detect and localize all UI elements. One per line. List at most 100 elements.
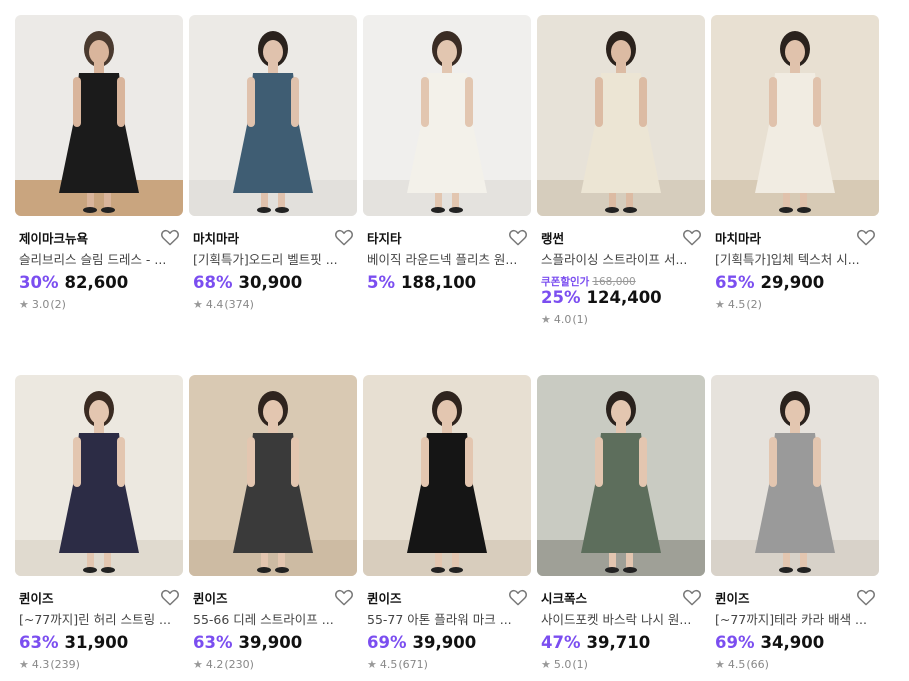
product-brand[interactable]: 퀸이즈 (15, 588, 54, 607)
product-brand[interactable]: 퀸이즈 (711, 588, 750, 607)
sale-price: 124,400 (586, 288, 662, 307)
coupon-label: 쿠폰할인가 (541, 276, 590, 288)
rating-value: 4.4 (205, 298, 224, 311)
product-card[interactable]: 제이마크뉴욕 슬리브리스 슬림 드레스 - ... 30% 82,600 ★ 3… (15, 15, 183, 345)
product-brand[interactable]: 마치마라 (711, 228, 761, 247)
heart-icon[interactable] (855, 587, 877, 607)
product-brand[interactable]: 시크폭스 (537, 588, 587, 607)
product-image[interactable] (15, 375, 183, 576)
sale-price: 29,900 (760, 273, 825, 292)
brand-line: 시크폭스 (537, 587, 705, 607)
product-title[interactable]: 베이직 라운드넥 플리츠 원... (363, 249, 523, 268)
sale-price: 188,100 (401, 273, 477, 292)
rating-value: 4.5 (379, 658, 398, 671)
price-line: 30% 82,600 (15, 273, 183, 292)
product-title[interactable]: 슬리브리스 슬림 드레스 - ... (15, 249, 175, 268)
product-card[interactable]: 퀸이즈 55-66 디레 스트라이프 ... 63% 39,900 ★ 4.2 … (189, 375, 357, 681)
rating-value: 4.0 (553, 313, 572, 326)
product-image[interactable] (363, 15, 531, 216)
product-title[interactable]: [~77까지]린 허리 스트링 ... (15, 609, 175, 628)
product-info: 타지타 베이직 라운드넥 플리츠 원... 5% 188,100 (363, 216, 531, 292)
rating: ★ 4.4 (374) (189, 298, 357, 311)
product-title[interactable]: [~77까지]테라 카라 배색 ... (711, 609, 871, 628)
product-title[interactable]: [기획특가]오드리 벨트핏 ... (189, 249, 349, 268)
review-count: (2) (50, 298, 66, 311)
product-brand[interactable]: 제이마크뉴욕 (15, 228, 88, 247)
sale-price: 31,900 (64, 633, 129, 652)
product-row: 퀸이즈 [~77까지]린 허리 스트링 ... 63% 31,900 ★ 4.3… (15, 375, 885, 681)
brand-line: 타지타 (363, 227, 531, 247)
product-brand[interactable]: 랭썬 (537, 228, 564, 247)
rating: ★ 4.5 (671) (363, 658, 531, 671)
heart-icon[interactable] (681, 587, 703, 607)
product-title[interactable]: [기획특가]입체 텍스처 시... (711, 249, 871, 268)
product-info: 퀸이즈 55-77 아톤 플라워 마크 ... 69% 39,900 ★ 4.5… (363, 576, 531, 671)
product-title[interactable]: 55-66 디레 스트라이프 ... (189, 609, 349, 628)
heart-icon[interactable] (159, 587, 181, 607)
dress-photo (15, 375, 183, 576)
heart-icon[interactable] (507, 227, 529, 247)
star-icon: ★ (541, 313, 551, 326)
heart-icon[interactable] (333, 587, 355, 607)
star-icon: ★ (715, 298, 725, 311)
product-grid: 제이마크뉴욕 슬리브리스 슬림 드레스 - ... 30% 82,600 ★ 3… (15, 15, 885, 681)
product-image[interactable] (711, 375, 879, 576)
product-brand[interactable]: 마치마라 (189, 228, 239, 247)
product-card[interactable]: 마치마라 [기획특가]오드리 벨트핏 ... 68% 30,900 ★ 4.4 … (189, 15, 357, 345)
product-image[interactable] (189, 375, 357, 576)
brand-line: 퀸이즈 (711, 587, 879, 607)
star-icon: ★ (367, 658, 377, 671)
brand-line: 랭썬 (537, 227, 705, 247)
product-card[interactable]: 시크폭스 사이드포켓 바스락 나시 원... 47% 39,710 ★ 5.0 … (537, 375, 705, 681)
sale-price: 30,900 (238, 273, 303, 292)
price-line: 63% 39,900 (189, 633, 357, 652)
product-image[interactable] (189, 15, 357, 216)
rating-value: 4.5 (727, 298, 746, 311)
product-title[interactable]: 사이드포켓 바스락 나시 원... (537, 609, 697, 628)
heart-icon[interactable] (855, 227, 877, 247)
rating-value: 4.2 (205, 658, 224, 671)
rating: ★ 4.0 (1) (537, 313, 705, 326)
price-line: 68% 30,900 (189, 273, 357, 292)
product-row: 제이마크뉴욕 슬리브리스 슬림 드레스 - ... 30% 82,600 ★ 3… (15, 15, 885, 345)
product-card[interactable]: 타지타 베이직 라운드넥 플리츠 원... 5% 188,100 (363, 15, 531, 345)
discount-rate: 68% (193, 273, 233, 292)
product-info: 제이마크뉴욕 슬리브리스 슬림 드레스 - ... 30% 82,600 ★ 3… (15, 216, 183, 311)
product-image[interactable] (15, 15, 183, 216)
product-image[interactable] (537, 15, 705, 216)
product-brand[interactable]: 퀸이즈 (189, 588, 228, 607)
review-count: (2) (746, 298, 762, 311)
dress-photo (363, 375, 531, 576)
product-info: 퀸이즈 [~77까지]린 허리 스트링 ... 63% 31,900 ★ 4.3… (15, 576, 183, 671)
sale-price: 34,900 (760, 633, 825, 652)
product-card[interactable]: 랭썬 스플라이싱 스트라이프 서... 쿠폰할인가 168,000 25% 124… (537, 15, 705, 345)
product-card[interactable]: 마치마라 [기획특가]입체 텍스처 시... 65% 29,900 ★ 4.5 … (711, 15, 879, 345)
heart-icon[interactable] (333, 227, 355, 247)
heart-icon[interactable] (507, 587, 529, 607)
review-count: (1) (572, 313, 588, 326)
star-icon: ★ (193, 658, 203, 671)
product-image[interactable] (711, 15, 879, 216)
product-brand[interactable]: 타지타 (363, 228, 402, 247)
rating: ★ 4.5 (66) (711, 658, 879, 671)
product-image[interactable] (363, 375, 531, 576)
product-brand[interactable]: 퀸이즈 (363, 588, 402, 607)
brand-line: 마치마라 (189, 227, 357, 247)
price-line: 47% 39,710 (537, 633, 705, 652)
product-image[interactable] (537, 375, 705, 576)
discount-rate: 65% (715, 273, 755, 292)
heart-icon[interactable] (159, 227, 181, 247)
review-count: (374) (224, 298, 254, 311)
product-card[interactable]: 퀸이즈 [~77까지]테라 카라 배색 ... 69% 34,900 ★ 4.5… (711, 375, 879, 681)
rating-value: 4.3 (31, 658, 50, 671)
original-price: 168,000 (592, 276, 636, 288)
product-card[interactable]: 퀸이즈 [~77까지]린 허리 스트링 ... 63% 31,900 ★ 4.3… (15, 375, 183, 681)
product-info: 퀸이즈 55-66 디레 스트라이프 ... 63% 39,900 ★ 4.2 … (189, 576, 357, 671)
heart-icon[interactable] (681, 227, 703, 247)
product-title[interactable]: 스플라이싱 스트라이프 서... (537, 249, 697, 268)
product-info: 마치마라 [기획특가]오드리 벨트핏 ... 68% 30,900 ★ 4.4 … (189, 216, 357, 311)
product-card[interactable]: 퀸이즈 55-77 아톤 플라워 마크 ... 69% 39,900 ★ 4.5… (363, 375, 531, 681)
dress-photo (711, 15, 879, 216)
star-icon: ★ (715, 658, 725, 671)
product-title[interactable]: 55-77 아톤 플라워 마크 ... (363, 609, 523, 628)
